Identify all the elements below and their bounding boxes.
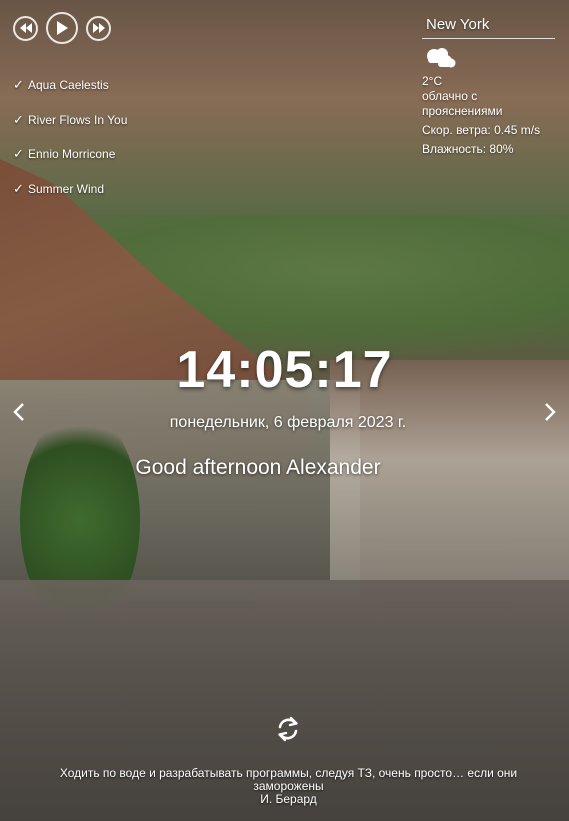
playlist-item[interactable]: ✓ Aqua Caelestis — [13, 68, 127, 103]
refresh-icon — [278, 716, 298, 742]
audio-player-controls — [13, 12, 111, 44]
weather-humidity: Влажность: 80% — [422, 142, 514, 156]
date-display: понедельник, 6 февраля 2023 г. — [169, 414, 407, 431]
track-title: River Flows In You — [28, 112, 128, 127]
weather-wind: Скор. ветра: 0.45 m/s — [422, 123, 541, 137]
play-button[interactable] — [46, 12, 78, 44]
background-hills — [0, 215, 569, 355]
weather-widget: New York 2°C облачно с прояснениями Скор… — [422, 14, 555, 157]
clock: 14:05:17 — [0, 340, 569, 400]
playlist-item[interactable]: ✓ Summer Wind — [13, 172, 127, 207]
weather-description: облачно с прояснениями — [422, 89, 503, 118]
weather-temperature: 2°C — [422, 74, 443, 88]
play-icon — [57, 21, 68, 35]
fast-forward-button[interactable] — [86, 15, 111, 41]
quote-text: Ходить по воде и разрабатывать программы… — [59, 766, 518, 793]
background-tree — [20, 410, 140, 630]
playlist-item[interactable]: ✓ Ennio Morricone — [13, 137, 127, 172]
clock-minutes: 05 — [254, 341, 315, 399]
clock-separator: : — [314, 341, 333, 399]
refresh-quote-button[interactable] — [274, 715, 302, 743]
check-icon: ✓ — [13, 111, 24, 127]
quote: Ходить по воде и разрабатывать программы… — [40, 767, 537, 806]
check-icon: ✓ — [13, 180, 24, 196]
clock-seconds: 17 — [332, 341, 393, 399]
rewind-icon — [19, 23, 32, 33]
track-title: Summer Wind — [28, 181, 105, 196]
playlist: ✓ Aqua Caelestis ✓ River Flows In You ✓ … — [13, 68, 127, 206]
check-icon: ✓ — [13, 146, 24, 162]
clock-hours: 14 — [176, 341, 237, 399]
track-title: Aqua Caelestis — [28, 78, 109, 93]
clock-separator: : — [236, 341, 255, 399]
playlist-item[interactable]: ✓ River Flows In You — [13, 103, 127, 138]
rewind-button[interactable] — [13, 15, 38, 41]
greeting: Good afternoon Alexander — [135, 456, 381, 479]
cloudy-icon — [424, 47, 555, 72]
fast-forward-icon — [92, 23, 105, 33]
city-input[interactable]: New York — [422, 14, 555, 39]
background-houses-left — [0, 380, 360, 600]
track-title: Ennio Morricone — [28, 147, 116, 162]
quote-author: И. Берард — [260, 792, 317, 806]
check-icon: ✓ — [13, 77, 24, 93]
